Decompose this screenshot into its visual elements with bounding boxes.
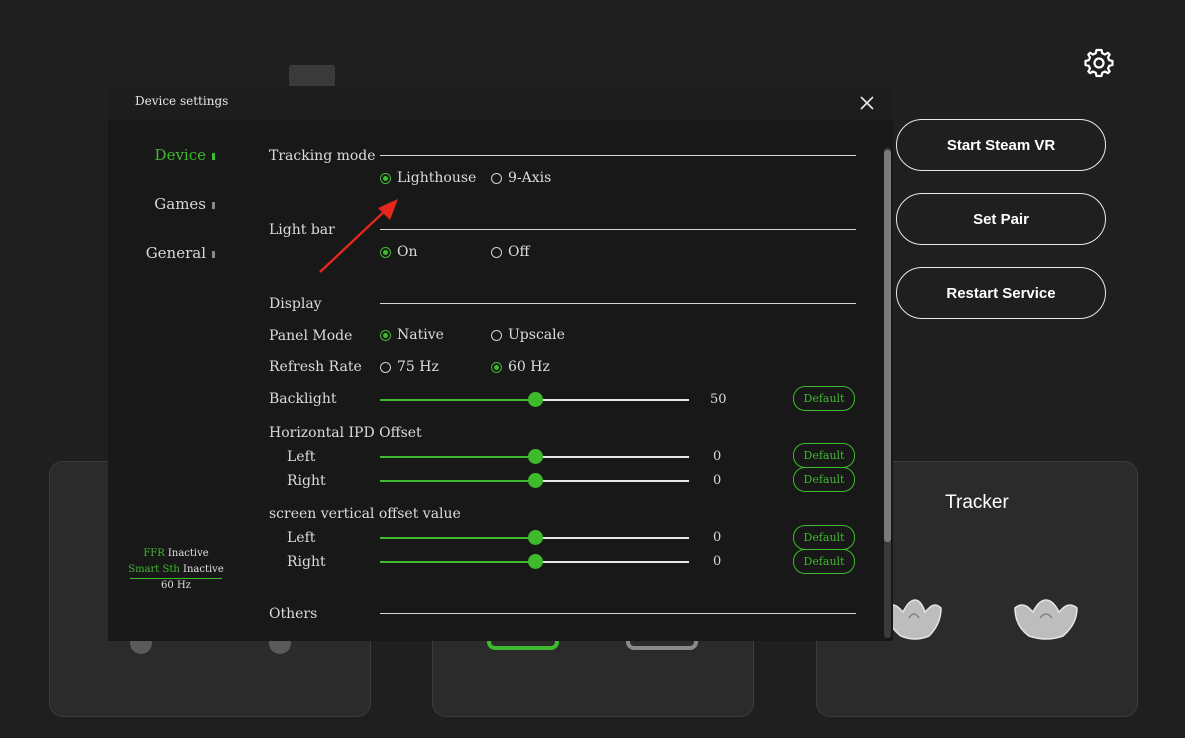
start-steam-vr-button[interactable]: Start Steam VR: [896, 119, 1106, 171]
backlight-label: Backlight: [269, 391, 337, 407]
ipd-left-label: Left: [287, 449, 316, 465]
ipd-right-default-button[interactable]: Default: [793, 467, 855, 492]
option-label: Upscale: [508, 327, 565, 343]
display-label: Display: [269, 296, 322, 312]
option-label: 60 Hz: [508, 359, 550, 375]
option-label: Native: [397, 327, 444, 343]
dialog-title: Device settings: [135, 94, 229, 108]
option-label: Lighthouse: [397, 170, 477, 186]
backlight-slider[interactable]: [380, 392, 689, 407]
option-label: Off: [508, 244, 530, 260]
ffr-label: FFR: [143, 548, 165, 559]
vertical-right-value: 0: [713, 554, 722, 569]
nav-item-label: Device: [154, 146, 206, 164]
slider-thumb[interactable]: [527, 473, 543, 488]
restart-service-button[interactable]: Restart Service: [896, 267, 1106, 319]
tracking-mode-label: Tracking mode: [269, 148, 376, 164]
ipd-right-value: 0: [713, 473, 722, 488]
slider-thumb[interactable]: [527, 449, 543, 464]
section-divider: [380, 155, 856, 156]
refresh-75-radio[interactable]: 75 Hz: [380, 359, 439, 375]
radio-unchecked-icon: [491, 329, 502, 341]
refresh-60-radio[interactable]: 60 Hz: [491, 359, 550, 375]
refresh-rate-label: Refresh Rate: [269, 359, 362, 375]
vertical-right-label: Right: [287, 554, 326, 570]
slider-thumb[interactable]: [527, 530, 543, 545]
others-label: Others: [269, 606, 318, 622]
section-divider: [380, 303, 856, 304]
refresh-status: 60 Hz: [161, 580, 191, 591]
ipd-right-label: Right: [287, 473, 326, 489]
smart-state: Inactive: [183, 564, 224, 575]
backlight-default-button[interactable]: Default: [793, 386, 855, 411]
vertical-right-slider[interactable]: [380, 554, 689, 569]
ffr-state: Inactive: [167, 548, 209, 559]
ffr-status: FFR Inactive: [126, 548, 226, 559]
nav-item-device[interactable]: Device: [155, 146, 215, 164]
nav-item-label: General: [145, 244, 206, 262]
panel-mode-label: Panel Mode: [269, 328, 353, 344]
horizontal-ipd-label: Horizontal IPD Offset: [269, 425, 422, 441]
ipd-left-default-button[interactable]: Default: [793, 443, 855, 468]
panel-native-radio[interactable]: Native: [380, 327, 444, 343]
radio-unchecked-icon: [491, 246, 502, 258]
ipd-left-value: 0: [713, 449, 722, 464]
nav-marker: [212, 201, 215, 209]
gear-icon[interactable]: [1084, 48, 1114, 78]
option-label: 75 Hz: [397, 359, 439, 375]
vertical-left-label: Left: [287, 530, 316, 546]
vertical-offset-label: screen vertical offset value: [269, 506, 461, 522]
radio-checked-icon: [380, 172, 391, 184]
device-settings-dialog: Device settings Device Games General FFR…: [108, 86, 893, 641]
radio-unchecked-icon: [491, 172, 502, 184]
set-pair-button[interactable]: Set Pair: [896, 193, 1106, 245]
annotation-arrow-icon: [319, 199, 398, 273]
smart-status: Smart Sth Inactive: [126, 564, 226, 575]
nav-marker: [212, 250, 215, 258]
tracker-icon: [1014, 599, 1078, 640]
vertical-left-value: 0: [713, 530, 722, 545]
close-icon[interactable]: [860, 96, 874, 110]
ipd-right-slider[interactable]: [380, 473, 689, 488]
option-label: 9-Axis: [508, 170, 552, 186]
ipd-left-slider[interactable]: [380, 449, 689, 464]
background-tab: [289, 65, 335, 87]
dialog-header: Device settings: [108, 86, 893, 120]
tracking-lighthouse-radio[interactable]: Lighthouse: [380, 170, 476, 186]
vertical-left-default-button[interactable]: Default: [793, 525, 855, 550]
panel-upscale-radio[interactable]: Upscale: [491, 327, 565, 343]
vertical-right-default-button[interactable]: Default: [793, 549, 855, 574]
slider-thumb[interactable]: [527, 392, 543, 407]
option-label: On: [397, 244, 418, 260]
vertical-left-slider[interactable]: [380, 530, 689, 545]
nav-item-games[interactable]: Games: [154, 195, 215, 213]
radio-checked-icon: [491, 361, 502, 373]
scrollbar-thumb[interactable]: [884, 150, 891, 542]
section-divider: [380, 229, 856, 230]
tracking-9axis-radio[interactable]: 9-Axis: [491, 170, 551, 186]
radio-unchecked-icon: [380, 361, 391, 373]
status-divider: [130, 578, 222, 579]
nav-marker: [212, 152, 215, 160]
nav-item-label: Games: [154, 195, 206, 213]
nav-item-general[interactable]: General: [146, 244, 215, 262]
slider-thumb[interactable]: [527, 554, 543, 569]
light-bar-off-radio[interactable]: Off: [491, 244, 529, 260]
smart-label: Smart Sth: [128, 564, 180, 575]
section-divider: [380, 613, 856, 614]
tracker-icon: [886, 599, 942, 640]
backlight-value: 50: [710, 392, 727, 407]
radio-checked-icon: [380, 329, 391, 341]
